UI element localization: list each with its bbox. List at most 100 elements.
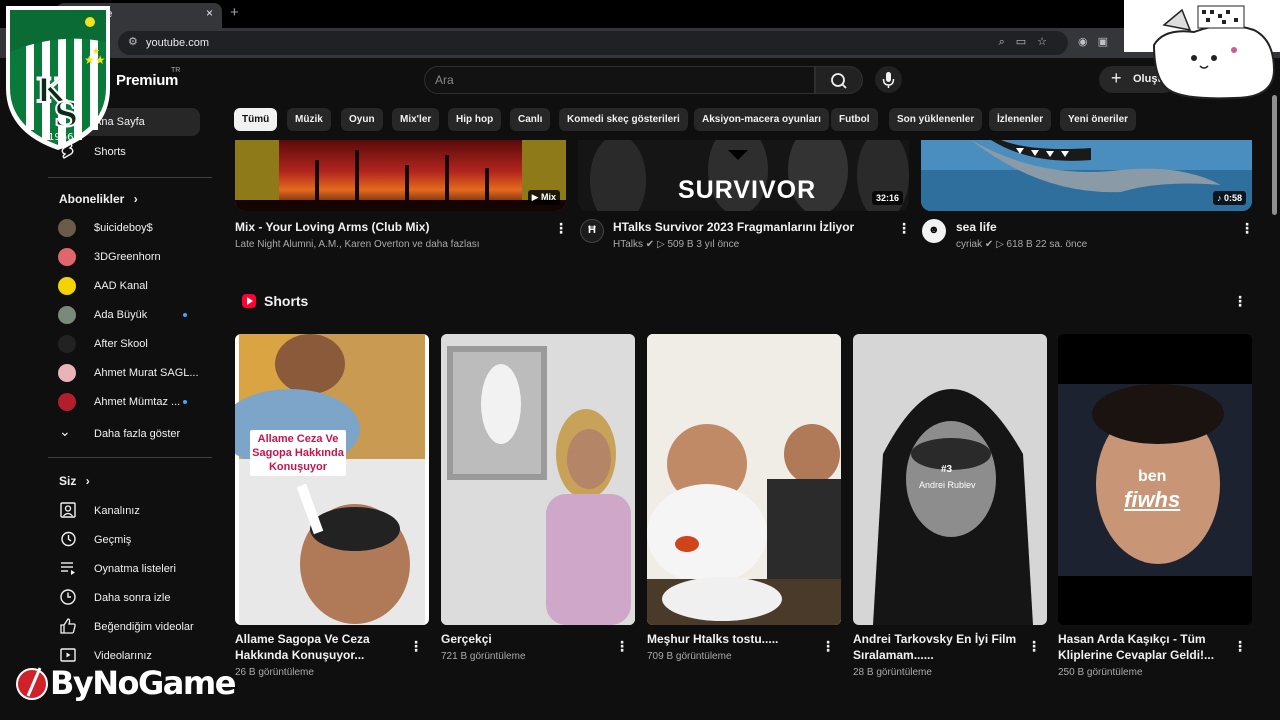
sidebar-item-playlists[interactable]: Oynatma listeleri (48, 555, 200, 583)
chip[interactable]: Müzik (287, 108, 331, 131)
chip[interactable]: Canlı (510, 108, 551, 131)
channel-avatar (58, 219, 76, 237)
video-menu-icon[interactable]: ⋮ (554, 220, 568, 237)
history-icon (61, 531, 76, 547)
page-scrollbar[interactable] (1272, 95, 1277, 215)
show-more-button[interactable]: ⌄ Daha fazla göster (48, 420, 200, 448)
shorts-shelf-title: Shorts (264, 293, 309, 309)
video-title[interactable]: sea life (956, 220, 997, 234)
short-thumbnail[interactable]: Allame Ceza Ve Sagopa Hakkında Konuşuyor (235, 334, 429, 625)
you-header[interactable]: Siz › (59, 474, 90, 488)
new-tab-button[interactable]: + (230, 4, 239, 21)
video-thumbnail[interactable]: ♪ 0:58 (921, 140, 1252, 211)
video-menu-icon[interactable]: ⋮ (897, 220, 911, 237)
you-title: Siz (59, 474, 77, 488)
chip[interactable]: Aksiyon-macera oyunları (694, 108, 829, 131)
omnibox-actions[interactable]: ⌕▭☆ (999, 35, 1058, 49)
sidebar-item-subscription[interactable]: Ada Büyük (48, 301, 200, 329)
chip[interactable]: Oyun (341, 108, 383, 131)
palm-trees-art (235, 150, 566, 211)
chip[interactable]: İzlenenler (989, 108, 1052, 131)
channel-avatar (58, 393, 76, 411)
chip[interactable]: Hip hop (448, 108, 502, 131)
short-title[interactable]: Andrei Tarkovsky En İyi Film Sıralamam...… (853, 631, 1023, 663)
video-thumbnail[interactable]: SURVIVOR 32:16 (578, 140, 909, 211)
short-thumbnail[interactable]: #3 Andrei Rublev (853, 334, 1047, 625)
video-duration: ♪ 0:58 (1212, 191, 1246, 205)
browser-tabstrip: ube × + (0, 0, 1280, 28)
subscription-label: $uicideboy$ (94, 222, 153, 234)
channel-avatar[interactable]: ☻ (922, 219, 946, 243)
channel-avatar (58, 277, 76, 295)
short-menu-icon[interactable]: ⋮ (409, 638, 423, 655)
chip[interactable]: Son yüklenenler (889, 108, 983, 131)
subscription-label: Ahmet Mümtaz ... (94, 396, 181, 408)
sidebar-item-subscription[interactable]: 3DGreenhorn (48, 243, 200, 271)
video-duration: 32:16 (871, 191, 903, 205)
short-thumbnail[interactable] (647, 334, 841, 625)
short-overlay-text: fiwhs (1124, 487, 1181, 512)
thumbs-up-icon (60, 618, 76, 634)
address-bar[interactable]: ⚙ youtube.com ⌕▭☆ (118, 31, 1068, 55)
sidebar-item-subscription[interactable]: Ahmet Mümtaz ... (48, 388, 200, 416)
short-title[interactable]: Gerçekçi (441, 631, 611, 647)
chip[interactable]: Mix'ler (392, 108, 440, 131)
subscription-label: After Skool (94, 338, 148, 350)
chip[interactable]: Futbol (831, 108, 878, 131)
video-thumbnail[interactable]: ▶ Mix (235, 140, 566, 211)
channel-avatar[interactable]: Ħ (580, 219, 604, 243)
chevron-right-icon: › (85, 474, 90, 488)
subscription-label: 3DGreenhorn (94, 251, 161, 263)
video-title[interactable]: HTalks Survivor 2023 Fragmanlarını İzliy… (613, 220, 854, 234)
cyriak-face-icon: ☻ (928, 224, 940, 236)
shark-art (921, 140, 1252, 211)
watermark-text: ByNoGame (50, 664, 236, 702)
short-thumbnail[interactable]: ben fiwhs (1058, 334, 1252, 625)
sidebar-item-subscription[interactable]: After Skool (48, 330, 200, 358)
browser-toolbar: ⚙ youtube.com ⌕▭☆ ◉▣ ⋮ (0, 28, 1280, 58)
subscription-label: Ada Büyük (94, 309, 148, 321)
chip[interactable]: Yeni öneriler (1060, 108, 1137, 131)
sidebar-item-subscription[interactable]: AAD Kanal (48, 272, 200, 300)
short-thumbnail[interactable] (441, 334, 635, 625)
short-title[interactable]: Allame Sagopa Ve Ceza Hakkında Konuşuyor.… (235, 631, 405, 663)
sidebar-item-liked-videos[interactable]: Beğendiğim videolar (48, 613, 200, 641)
short-menu-icon[interactable]: ⋮ (1233, 638, 1247, 655)
sticker-overlay (1124, 0, 1280, 100)
svg-text:S: S (54, 95, 79, 135)
chip[interactable]: Tümü (234, 108, 278, 131)
subscriptions-header[interactable]: Abonelikler › (59, 192, 138, 206)
shelf-menu-icon[interactable]: ⋮ (1233, 293, 1247, 310)
short-views: 250 B görüntüleme (1058, 667, 1143, 678)
shorts-logo-icon (242, 294, 256, 308)
sidebar-item-subscription[interactable]: $uicideboy$ (48, 214, 200, 242)
sidebar-divider (48, 177, 212, 178)
video-menu-icon[interactable]: ⋮ (1240, 220, 1254, 237)
sidebar: Ana Sayfa Shorts Abonelikler › $uicidebo… (0, 100, 212, 720)
short-art (441, 334, 635, 625)
subscription-label: Ahmet Murat SAGL... (94, 367, 199, 379)
search-button[interactable] (815, 66, 863, 94)
short-title[interactable]: Hasan Arda Kaşıkçı - Tüm Kliplerine Cevap… (1058, 631, 1228, 663)
tab-close-icon[interactable]: × (206, 6, 213, 20)
short-menu-icon[interactable]: ⋮ (821, 638, 835, 655)
short-title[interactable]: Meşhur Htalks tostu..... (647, 631, 817, 647)
brand-premium[interactable]: Premium (116, 72, 178, 89)
search-input[interactable]: Ara (424, 66, 815, 94)
sidebar-item-your-channel[interactable]: Kanalınız (48, 497, 200, 525)
sidebar-item-label: Geçmiş (94, 534, 132, 546)
short-menu-icon[interactable]: ⋮ (615, 638, 629, 655)
sidebar-item-history[interactable]: Geçmiş (48, 526, 200, 554)
subscription-label: AAD Kanal (94, 280, 148, 292)
sidebar-item-watch-later[interactable]: Daha sonra izle (48, 584, 200, 612)
voice-search-button[interactable] (875, 66, 902, 93)
chevron-down-icon: ⌄ (59, 423, 71, 439)
short-menu-icon[interactable]: ⋮ (1027, 638, 1041, 655)
sidebar-item-subscription[interactable]: Ahmet Murat SAGL... (48, 359, 200, 387)
video-title[interactable]: Mix - Your Loving Arms (Club Mix) (235, 220, 429, 234)
extension-icons[interactable]: ◉▣ (1078, 35, 1118, 48)
chip[interactable]: Komedi skeç gösterileri (559, 108, 688, 131)
clock-icon (60, 589, 76, 605)
club-crest-logo: ★★ ★ K S 1966 (2, 2, 114, 152)
site-info-icon[interactable]: ⚙ (128, 35, 138, 48)
